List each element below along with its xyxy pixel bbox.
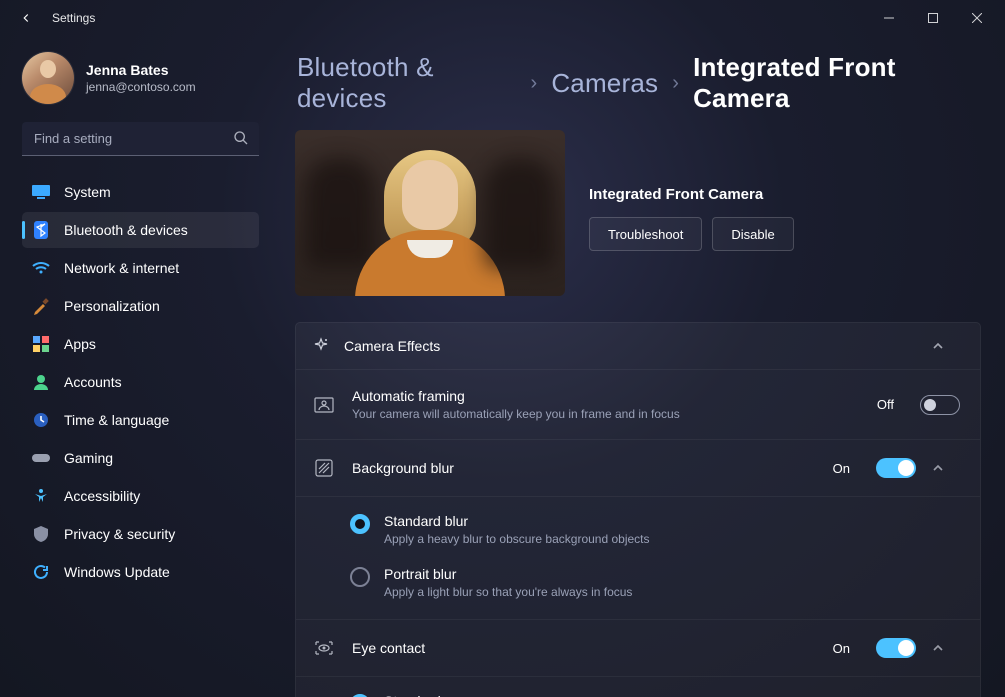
sidebar-item-label: Windows Update bbox=[64, 564, 170, 580]
framing-icon bbox=[312, 397, 336, 413]
breadcrumb: Bluetooth & devices › Cameras › Integrat… bbox=[297, 52, 981, 114]
toggle-state-label: On bbox=[833, 641, 850, 656]
minimize-button[interactable] bbox=[867, 4, 911, 32]
back-button[interactable] bbox=[12, 4, 40, 32]
sparkle-icon bbox=[312, 337, 330, 355]
update-icon bbox=[32, 563, 50, 581]
row-subtitle: Your camera will automatically keep you … bbox=[352, 407, 861, 421]
sidebar-item-label: Accessibility bbox=[64, 488, 140, 504]
sidebar-item-label: System bbox=[64, 184, 111, 200]
chevron-right-icon: › bbox=[672, 72, 679, 95]
sidebar-item-accessibility[interactable]: Accessibility bbox=[22, 478, 259, 514]
eye-contact-options: Standard Make eye contact even when you'… bbox=[296, 676, 980, 697]
option-portrait-blur[interactable]: Portrait blur Apply a light blur so that… bbox=[350, 556, 980, 609]
accessibility-icon bbox=[32, 487, 50, 505]
chevron-up-icon[interactable] bbox=[932, 462, 960, 474]
sidebar-item-time[interactable]: Time & language bbox=[22, 402, 259, 438]
row-automatic-framing: Automatic framing Your camera will autom… bbox=[296, 369, 980, 439]
toggle-state-label: Off bbox=[877, 397, 894, 412]
camera-effects-card: Camera Effects Automatic framing Your ca… bbox=[295, 322, 981, 697]
option-title: Portrait blur bbox=[384, 566, 632, 582]
option-standard-blur[interactable]: Standard blur Apply a heavy blur to obsc… bbox=[350, 503, 980, 556]
camera-preview bbox=[295, 130, 565, 296]
user-name: Jenna Bates bbox=[86, 62, 196, 78]
breadcrumb-level-2[interactable]: Cameras bbox=[551, 68, 658, 99]
troubleshoot-button[interactable]: Troubleshoot bbox=[589, 217, 702, 251]
user-email: jenna@contoso.com bbox=[86, 80, 196, 94]
nav-list: System Bluetooth & devices Network & int… bbox=[22, 174, 259, 590]
sidebar-item-update[interactable]: Windows Update bbox=[22, 554, 259, 590]
sidebar-item-system[interactable]: System bbox=[22, 174, 259, 210]
gamepad-icon bbox=[32, 449, 50, 467]
eye-icon bbox=[312, 640, 336, 656]
breadcrumb-level-1[interactable]: Bluetooth & devices bbox=[297, 52, 516, 114]
row-title: Background blur bbox=[352, 460, 817, 476]
sidebar-item-label: Network & internet bbox=[64, 260, 179, 276]
search-box bbox=[22, 122, 259, 156]
sidebar-item-bluetooth[interactable]: Bluetooth & devices bbox=[22, 212, 259, 248]
sidebar-item-personalization[interactable]: Personalization bbox=[22, 288, 259, 324]
search-icon bbox=[233, 130, 249, 146]
sidebar-item-label: Bluetooth & devices bbox=[64, 222, 188, 238]
camera-name: Integrated Front Camera bbox=[589, 186, 794, 203]
radio-standard-blur[interactable] bbox=[350, 514, 370, 534]
option-subtitle: Apply a heavy blur to obscure background… bbox=[384, 532, 650, 546]
search-input[interactable] bbox=[22, 122, 259, 156]
sidebar-item-accounts[interactable]: Accounts bbox=[22, 364, 259, 400]
option-eye-standard[interactable]: Standard Make eye contact even when you'… bbox=[350, 683, 980, 697]
wifi-icon bbox=[32, 259, 50, 277]
sidebar-item-apps[interactable]: Apps bbox=[22, 326, 259, 362]
row-title: Eye contact bbox=[352, 640, 817, 656]
window-title: Settings bbox=[52, 11, 95, 25]
option-subtitle: Apply a light blur so that you're always… bbox=[384, 585, 632, 599]
user-block[interactable]: Jenna Bates jenna@contoso.com bbox=[22, 52, 259, 104]
row-background-blur: Background blur On bbox=[296, 439, 980, 496]
clock-icon bbox=[32, 411, 50, 429]
sidebar-item-privacy[interactable]: Privacy & security bbox=[22, 516, 259, 552]
option-title: Standard bbox=[384, 693, 790, 697]
sidebar-item-label: Gaming bbox=[64, 450, 113, 466]
sidebar: Jenna Bates jenna@contoso.com System Blu… bbox=[0, 36, 275, 697]
sidebar-item-gaming[interactable]: Gaming bbox=[22, 440, 259, 476]
brush-icon bbox=[32, 297, 50, 315]
eye-contact-toggle[interactable] bbox=[876, 638, 916, 658]
breadcrumb-current: Integrated Front Camera bbox=[693, 52, 981, 114]
sidebar-item-label: Time & language bbox=[64, 412, 169, 428]
camera-effects-title: Camera Effects bbox=[344, 338, 918, 354]
background-blur-toggle[interactable] bbox=[876, 458, 916, 478]
disable-button[interactable]: Disable bbox=[712, 217, 793, 251]
sidebar-item-label: Accounts bbox=[64, 374, 122, 390]
radio-portrait-blur[interactable] bbox=[350, 567, 370, 587]
row-title: Automatic framing bbox=[352, 388, 861, 404]
option-title: Standard blur bbox=[384, 513, 650, 529]
background-blur-options: Standard blur Apply a heavy blur to obsc… bbox=[296, 496, 980, 619]
toggle-state-label: On bbox=[833, 461, 850, 476]
monitor-icon bbox=[32, 183, 50, 201]
sidebar-item-label: Apps bbox=[64, 336, 96, 352]
chevron-up-icon[interactable] bbox=[932, 642, 960, 654]
chevron-right-icon: › bbox=[530, 72, 537, 95]
automatic-framing-toggle[interactable] bbox=[920, 395, 960, 415]
shield-icon bbox=[32, 525, 50, 543]
person-icon bbox=[32, 373, 50, 391]
avatar bbox=[22, 52, 74, 104]
apps-icon bbox=[32, 335, 50, 353]
row-eye-contact: Eye contact On bbox=[296, 619, 980, 676]
title-bar: Settings bbox=[0, 0, 1005, 36]
bluetooth-icon bbox=[32, 221, 50, 239]
sidebar-item-network[interactable]: Network & internet bbox=[22, 250, 259, 286]
sidebar-item-label: Personalization bbox=[64, 298, 160, 314]
hero-section: Integrated Front Camera Troubleshoot Dis… bbox=[295, 130, 981, 296]
blur-icon bbox=[312, 459, 336, 477]
chevron-up-icon bbox=[932, 340, 960, 352]
maximize-button[interactable] bbox=[911, 4, 955, 32]
sidebar-item-label: Privacy & security bbox=[64, 526, 175, 542]
camera-effects-header[interactable]: Camera Effects bbox=[296, 323, 980, 369]
main-content: Bluetooth & devices › Cameras › Integrat… bbox=[275, 36, 1005, 697]
close-button[interactable] bbox=[955, 4, 999, 32]
